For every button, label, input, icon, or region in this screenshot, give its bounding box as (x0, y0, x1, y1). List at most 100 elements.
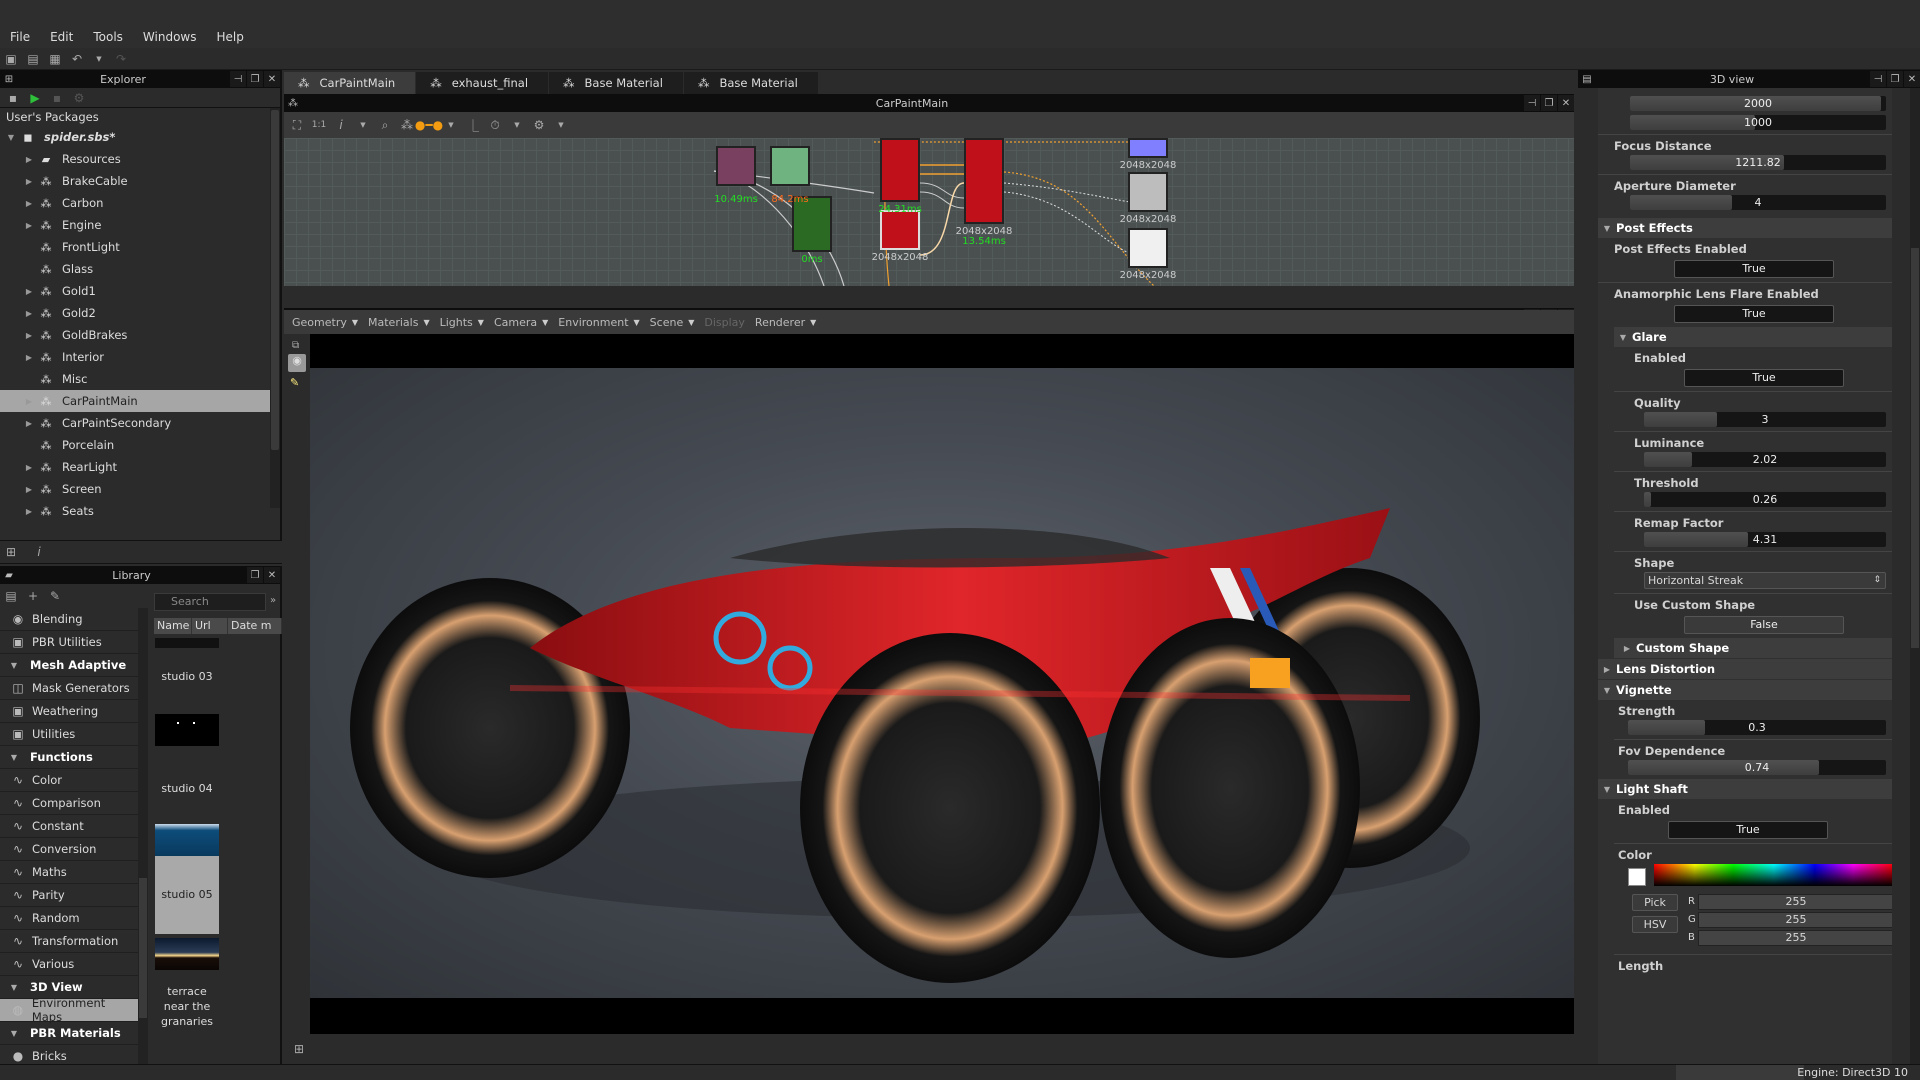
add-folder-icon[interactable]: ▤ (4, 589, 18, 603)
library-category[interactable]: ∿ Parity (0, 884, 138, 907)
close-icon[interactable]: ✕ (1904, 71, 1920, 87)
glare-enabled-toggle[interactable]: True (1684, 369, 1844, 387)
explorer-item-porcelain[interactable]: ⁂ Porcelain (0, 434, 280, 456)
explorer-scrollbar[interactable] (270, 108, 280, 508)
library-category[interactable]: ▣ Weathering (0, 700, 138, 723)
strength-slider[interactable]: 0.3 (1628, 720, 1886, 735)
fit-view-icon[interactable]: ⛶ (290, 118, 304, 132)
expand-arrow-icon[interactable]: ▶ (24, 397, 34, 406)
float-icon[interactable]: ❐ (247, 71, 263, 87)
expand-arrow-icon[interactable]: ▶ (24, 419, 34, 428)
library-category[interactable]: ∿ Random (0, 907, 138, 930)
thumbnail-image[interactable] (155, 714, 219, 746)
new-package-icon[interactable]: ▣ (4, 52, 18, 66)
explorer-item-resources[interactable]: ▶ ▰ Resources (0, 148, 280, 170)
explorer-item-brakecable[interactable]: ▶ ⁂ BrakeCable (0, 170, 280, 192)
expand-arrow-icon[interactable]: ▶ (24, 463, 34, 472)
collapse-icon[interactable]: ▼ (6, 753, 22, 762)
publish-icon[interactable]: ▪ (50, 91, 64, 105)
library-category[interactable]: ● Bricks (0, 1045, 138, 1064)
thumbnail-image[interactable] (155, 938, 219, 970)
save-all-icon[interactable]: ▦ (48, 52, 62, 66)
expand-arrow-icon[interactable]: ▼ (6, 133, 16, 142)
collapse-icon[interactable]: ▼ (1598, 686, 1616, 695)
library-category[interactable]: ∿ Maths (0, 861, 138, 884)
thumbnail-image[interactable]: studio 05 (155, 856, 219, 934)
tree-view-icon[interactable]: ⊞ (4, 545, 18, 559)
glare-section[interactable]: ▼ Glare (1614, 327, 1892, 347)
collapse-icon[interactable]: ▼ (6, 661, 22, 670)
explorer-item-seats[interactable]: ▶ ⁂ Seats (0, 500, 280, 522)
dropdown-icon[interactable]: ▼ (444, 118, 458, 132)
menu-edit[interactable]: Edit (50, 30, 73, 44)
post-effects-enabled-toggle[interactable]: True (1674, 260, 1834, 278)
menu-camera[interactable]: Camera ▼ (494, 316, 548, 329)
explorer-item-interior[interactable]: ▶ ⁂ Interior (0, 346, 280, 368)
undo-dropdown-icon[interactable]: ▼ (92, 52, 106, 66)
more-icon[interactable]: » (270, 595, 276, 606)
color-spectrum[interactable] (1654, 864, 1892, 886)
collapse-icon[interactable]: ▼ (6, 983, 22, 992)
pick-button[interactable]: Pick (1632, 894, 1678, 911)
tab-base-material[interactable]: ⁂ Base Material (549, 72, 684, 94)
save-icon[interactable]: ▪ (6, 91, 20, 105)
expand-arrow-icon[interactable]: ▶ (24, 353, 34, 362)
green-field[interactable]: 255 (1698, 912, 1892, 928)
zoom-1-1-icon[interactable]: 1:1 (312, 118, 326, 132)
menu-environment[interactable]: Environment ▼ (558, 316, 639, 329)
column-name[interactable]: Name (154, 618, 192, 634)
menu-windows[interactable]: Windows (143, 30, 197, 44)
expand-arrow-icon[interactable]: ▶ (24, 155, 34, 164)
collapse-icon[interactable]: ▼ (1598, 224, 1616, 233)
expand-icon[interactable]: ▶ (1598, 665, 1616, 674)
library-category[interactable]: ∿ Conversion (0, 838, 138, 861)
explorer-item-frontlight[interactable]: ⁂ FrontLight (0, 236, 280, 258)
link-icon[interactable]: ●━● (415, 118, 443, 132)
library-category[interactable]: ▣ PBR Utilities (0, 631, 138, 654)
resolution-height-slider[interactable]: 1000 (1630, 115, 1886, 130)
open-package-icon[interactable]: ▤ (26, 52, 40, 66)
explorer-item-screen[interactable]: ▶ ⁂ Screen (0, 478, 280, 500)
library-category[interactable]: ◫ Mask Generators (0, 677, 138, 700)
camera-icon[interactable]: ◉ (288, 354, 306, 372)
library-group[interactable]: ▼ Mesh Adaptive (0, 654, 138, 677)
properties-scrollbar[interactable] (1910, 88, 1920, 1064)
menu-tools[interactable]: Tools (93, 30, 123, 44)
tab-exhaust_final[interactable]: ⁂ exhaust_final (416, 72, 550, 94)
explorer-item-gold1[interactable]: ▶ ⁂ Gold1 (0, 280, 280, 302)
menu-materials[interactable]: Materials ▼ (368, 316, 430, 329)
expand-arrow-icon[interactable]: ▶ (24, 199, 34, 208)
close-icon[interactable]: ✕ (264, 567, 280, 583)
menu-lights[interactable]: Lights ▼ (440, 316, 484, 329)
light-icon[interactable]: ✎ (290, 376, 299, 389)
graph-node[interactable] (716, 146, 756, 186)
info-icon[interactable]: i (32, 545, 46, 559)
blue-field[interactable]: 255 (1698, 930, 1892, 946)
external-link-icon[interactable]: ⧉ (292, 340, 299, 351)
color-swatch[interactable] (1628, 868, 1646, 886)
float-icon[interactable]: ❐ (247, 567, 263, 583)
expand-arrow-icon[interactable]: ▶ (24, 287, 34, 296)
column-date[interactable]: Date m (228, 618, 282, 634)
close-icon[interactable]: ✕ (264, 71, 280, 87)
lens-distortion-section[interactable]: ▶ Lens Distortion (1598, 659, 1892, 679)
library-category[interactable]: ∿ Transformation (0, 930, 138, 953)
library-category[interactable]: ∿ Various (0, 953, 138, 976)
library-category[interactable]: ◉ Blending (0, 608, 138, 631)
tree-view-icon[interactable]: ⊞ (292, 1042, 306, 1056)
explorer-item-carbon[interactable]: ▶ ⁂ Carbon (0, 192, 280, 214)
pin-icon[interactable]: ⊣ (230, 71, 246, 87)
library-category[interactable]: ▣ Utilities (0, 723, 138, 746)
custom-shape-section[interactable]: ▶ Custom Shape (1614, 638, 1892, 658)
gear-icon[interactable]: ⚙ (532, 118, 546, 132)
light-shaft-enabled-toggle[interactable]: True (1668, 821, 1828, 839)
collapse-icon[interactable]: ▼ (6, 1029, 22, 1038)
explorer-item-engine[interactable]: ▶ ⁂ Engine (0, 214, 280, 236)
expand-arrow-icon[interactable]: ▶ (24, 331, 34, 340)
expand-arrow-icon[interactable]: ▶ (24, 309, 34, 318)
expand-arrow-icon[interactable]: ▶ (24, 507, 34, 516)
library-categories-scrollbar[interactable] (138, 608, 148, 1064)
fov-dependence-slider[interactable]: 0.74 (1628, 760, 1886, 775)
column-url[interactable]: Url (192, 618, 228, 634)
explorer-item-carpaintmain[interactable]: ▶ ⁂ CarPaintMain (0, 390, 280, 412)
